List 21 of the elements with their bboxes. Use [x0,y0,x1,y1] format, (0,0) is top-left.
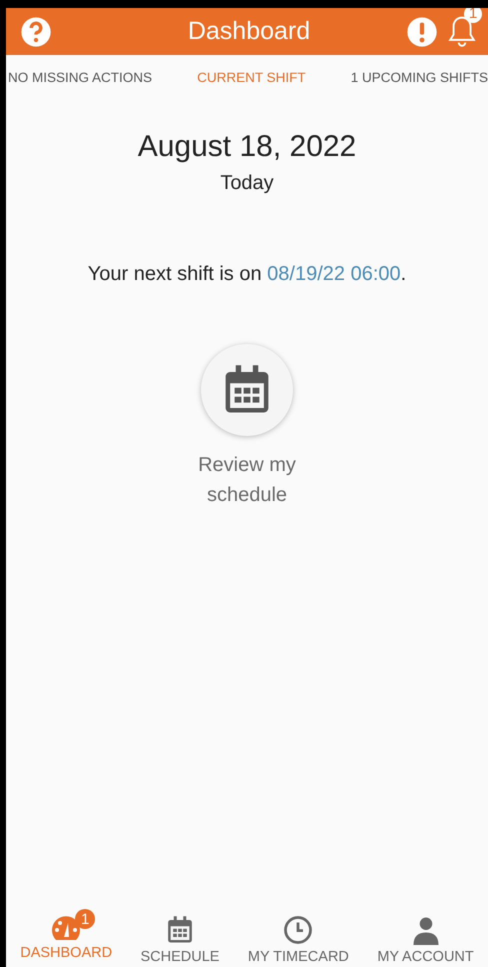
person-icon [410,915,441,945]
notification-badge: 1 [464,8,482,22]
alert-icon[interactable] [406,16,438,48]
nav-tab[interactable]: 1 DASHBOARD [20,905,112,967]
tab[interactable]: 1 UPCOMING SHIFTS [350,70,488,85]
tab[interactable]: NO MISSING ACTIONS [8,70,152,85]
clock-icon [283,915,314,945]
nav-tab[interactable]: MY ACCOUNT [377,905,474,967]
day-label: Today [220,172,274,195]
schedule-label: Review my schedule [197,453,297,508]
schedule-button[interactable] [201,344,293,436]
nav-tab[interactable]: MY TIMECARD [248,905,349,967]
nav-tab[interactable]: SCHEDULE [140,905,220,967]
calendar-icon [165,915,195,945]
help-icon[interactable] [20,16,52,48]
next-shift-text: Your next shift is on 08/19/22 06:00. [88,263,406,286]
tab[interactable]: CURRENT SHIFT [197,70,306,85]
shift-link[interactable]: 08/19/22 06:00 [267,263,401,285]
count-badge: 1 [75,909,96,929]
page-title: Dashboard [186,17,312,46]
date-heading: August 18, 2022 [138,130,356,164]
